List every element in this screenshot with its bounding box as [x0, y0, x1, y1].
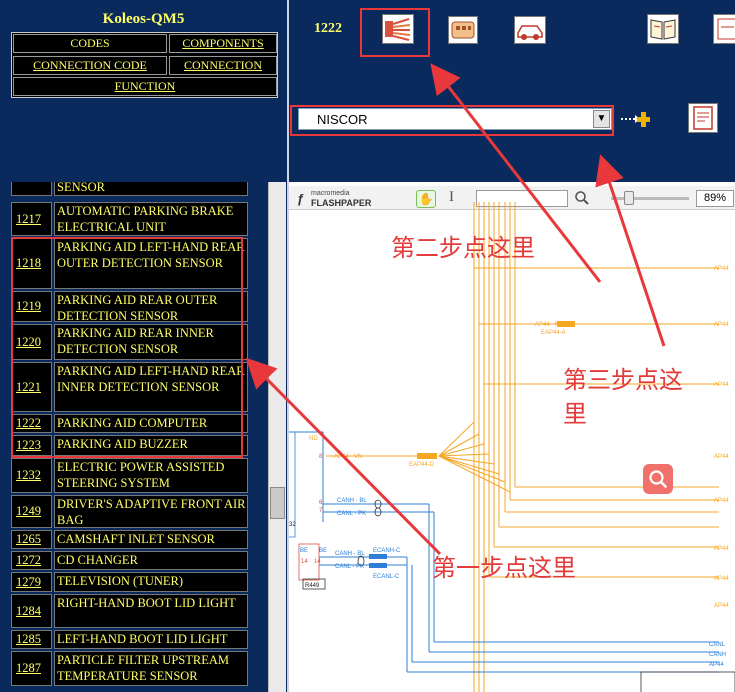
connector-label: EAP44-D: [409, 462, 435, 468]
wire-label: CANH - BL: [335, 551, 365, 557]
wire-label: ND: [309, 436, 318, 442]
list-row-partial[interactable]: SENSOR: [11, 182, 248, 196]
connection-link[interactable]: CONNECTION: [169, 56, 277, 75]
report-icon[interactable]: [688, 103, 718, 133]
connector-label: ECANH-C: [373, 548, 401, 554]
component-label: R449: [305, 583, 320, 589]
codes-link[interactable]: CODES: [13, 34, 167, 53]
row-description: DRIVER'S ADAPTIVE FRONT AIR BAG: [54, 495, 248, 528]
list-row-1272[interactable]: 1272 CD CHANGER: [11, 551, 248, 570]
row-description: CD CHANGER: [54, 551, 248, 570]
add-arrow-icon[interactable]: [619, 104, 651, 134]
connector-label: ECANL-C: [373, 574, 400, 580]
ecanl-connector[interactable]: [369, 563, 387, 568]
row-code-link[interactable]: 1284: [11, 594, 52, 628]
wire-label: AP44 - VN: [334, 454, 362, 460]
pin-label: 7: [319, 508, 323, 514]
list-scrollbar[interactable]: [268, 182, 286, 692]
row-code-link[interactable]: 1217: [11, 202, 52, 236]
wire-label: CANH: [709, 652, 726, 658]
row-description: PARTICLE FILTER UPSTREAM TEMPERATURE SEN…: [54, 651, 248, 686]
wire-label: AP44: [714, 322, 729, 328]
row-code-link[interactable]: 1287: [11, 651, 52, 686]
nav-table: CODES COMPONENTS CONNECTION CODE CONNECT…: [11, 32, 278, 98]
connector-label: EAP44-A: [541, 330, 566, 336]
list-row-1249[interactable]: 1249 DRIVER'S ADAPTIVE FRONT AIR BAG: [11, 495, 248, 528]
row-code-link[interactable]: 1232: [11, 458, 52, 493]
list-row-1284[interactable]: 1284 RIGHT-HAND BOOT LID LIGHT: [11, 594, 248, 628]
wire-label: CANH - BL: [337, 498, 367, 504]
row-description: ELECTRIC POWER ASSISTED STEERING SYSTEM: [54, 458, 248, 493]
row-code-link[interactable]: 1285: [11, 630, 52, 649]
row-code-link[interactable]: 1265: [11, 530, 52, 549]
row-desc: SENSOR: [54, 182, 248, 196]
book-icon[interactable]: [647, 14, 679, 44]
row-description: AUTOMATIC PARKING BRAKE ELECTRICAL UNIT: [54, 202, 248, 236]
list-row-1285[interactable]: 1285 LEFT-HAND BOOT LID LIGHT: [11, 630, 248, 649]
step3-highlight: [290, 105, 614, 136]
step1-note: 第一步点这里: [432, 554, 576, 582]
list-row-1279[interactable]: 1279 TELEVISION (TUNER): [11, 572, 248, 592]
list-row-1265[interactable]: 1265 CAMSHAFT INLET SENSOR: [11, 530, 248, 549]
wire-label: BE: [319, 548, 327, 554]
connection-code-link[interactable]: CONNECTION CODE: [13, 56, 167, 75]
wire-label: AP44: [714, 382, 729, 388]
document-icon[interactable]: [713, 14, 735, 44]
row-description: CAMSHAFT INLET SENSOR: [54, 530, 248, 549]
connector-block-icon[interactable]: [448, 16, 478, 44]
wire-label: AP44: [714, 266, 729, 272]
row-description: RIGHT-HAND BOOT LID LIGHT: [54, 594, 248, 628]
component-code-label: 1222: [314, 21, 342, 36]
wire-label: CANL - PK: [335, 564, 364, 570]
nav-frame: Koleos-QM5 CODES COMPONENTS CONNECTION C…: [0, 0, 287, 182]
function-link[interactable]: FUNCTION: [13, 77, 277, 96]
scrollbar-thumb[interactable]: [270, 487, 285, 519]
components-link[interactable]: COMPONENTS: [169, 34, 277, 53]
wire-label: AP44: [714, 576, 729, 582]
list-row-1217[interactable]: 1217 AUTOMATIC PARKING BRAKE ELECTRICAL U…: [11, 202, 248, 236]
step2-note: 第二步点这里: [391, 234, 535, 262]
wire-label: AP44: [709, 662, 724, 668]
app-title: Koleos-QM5: [102, 11, 185, 27]
pin-label: 8: [319, 454, 323, 460]
row-code-link[interactable]: 1272: [11, 551, 52, 570]
row-code-link[interactable]: 1249: [11, 495, 52, 528]
wire-label: AP44: [714, 546, 729, 552]
row-description: LEFT-HAND BOOT LID LIGHT: [54, 630, 248, 649]
eap44-connector[interactable]: [417, 453, 437, 459]
row-code[interactable]: [11, 182, 52, 196]
wire-label: CANL: [709, 642, 726, 648]
step3-note-line1: 第三步点这: [563, 366, 683, 394]
ecanh-connector[interactable]: [369, 554, 387, 559]
list-row-1287[interactable]: 1287 PARTICLE FILTER UPSTREAM TEMPERATURE…: [11, 651, 248, 686]
list-row-1232[interactable]: 1232 ELECTRIC POWER ASSISTED STEERING SYS…: [11, 458, 248, 493]
wire-label: BE: [300, 548, 308, 554]
car-icon[interactable]: [514, 16, 546, 44]
wire-label: AP44: [714, 603, 729, 609]
search-button[interactable]: [643, 464, 673, 494]
wire-label: AP44 · NN: [535, 322, 564, 328]
wire-label: CANL - PK: [337, 511, 366, 517]
component-label: 32: [289, 522, 296, 528]
step3-note-line2: 里: [563, 400, 587, 428]
step2-highlight: [360, 8, 430, 57]
wire-label: AP44: [714, 454, 729, 460]
pin-label: 14: [301, 559, 308, 565]
pin-label: 14: [314, 559, 321, 565]
row-description: TELEVISION (TUNER): [54, 572, 248, 592]
step1-highlight: [11, 237, 243, 458]
row-code-link[interactable]: 1279: [11, 572, 52, 592]
wire-label: AP44: [714, 498, 729, 504]
pin-label: 6: [319, 500, 323, 506]
